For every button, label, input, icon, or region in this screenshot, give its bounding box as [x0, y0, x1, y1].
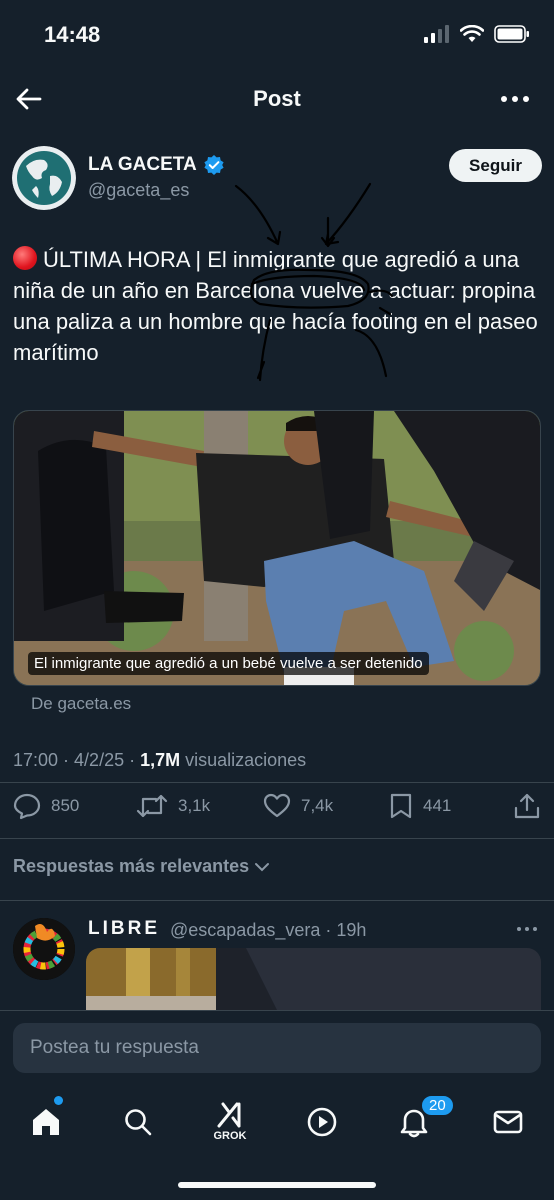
search-icon — [125, 1109, 152, 1136]
tab-messages[interactable] — [488, 1100, 528, 1144]
repost-icon — [136, 794, 168, 818]
replies-sort-label: Respuestas más relevantes — [13, 856, 250, 876]
post-actions: 850 3,1k 7,4k 441 — [13, 792, 543, 826]
like-count: 7,4k — [301, 796, 334, 815]
tab-grok[interactable]: GROK — [210, 1100, 250, 1144]
media-caption: El inmigrante que agredió a un bebé vuel… — [28, 652, 429, 675]
views-count: 1,7M — [140, 750, 181, 770]
compose-bar: Postea tu respuesta — [0, 1010, 554, 1088]
reply-input[interactable]: Postea tu respuesta — [13, 1023, 541, 1073]
wifi-icon — [460, 25, 484, 42]
home-indicator — [178, 1182, 376, 1188]
chevron-down-icon — [255, 862, 270, 871]
author-avatar[interactable] — [12, 146, 76, 210]
post-media[interactable]: El inmigrante que agredió a un bebé vuel… — [13, 410, 541, 686]
more-horizontal-icon[interactable] — [516, 924, 538, 934]
globe-logo-icon — [12, 146, 76, 210]
battery-icon — [494, 25, 529, 43]
post-timestamp: 17:00 · 4/2/25 · — [13, 750, 141, 770]
reply-item[interactable]: LIBRE @escapadas_vera · 19h — [0, 904, 554, 1028]
grok-label: GROK — [213, 1130, 247, 1142]
tab-bar: GROK 20 — [0, 1088, 554, 1200]
post-photo — [14, 411, 540, 685]
reply-button[interactable]: 850 — [13, 792, 79, 820]
post-text-content: ÚLTIMA HORA | El inmigrante que agredió … — [13, 247, 538, 365]
mail-icon — [493, 1110, 523, 1134]
tab-home[interactable] — [26, 1100, 66, 1144]
tab-search[interactable] — [118, 1100, 158, 1144]
reply-author-name[interactable]: LIBRE — [88, 918, 160, 940]
like-button[interactable]: 7,4k — [263, 792, 333, 820]
reply-count: 850 — [51, 796, 80, 815]
link-source[interactable]: De gaceta.es — [31, 694, 131, 714]
red-circle-emoji-icon — [13, 246, 37, 270]
tab-video[interactable] — [302, 1100, 342, 1144]
author-name[interactable]: LA GACETA — [88, 154, 225, 176]
reply-author-handle[interactable]: @escapadas_vera · 19h — [170, 920, 366, 941]
bookmark-icon — [390, 793, 412, 819]
home-icon — [33, 1109, 59, 1135]
play-circle-icon — [307, 1107, 337, 1137]
share-button[interactable] — [513, 792, 541, 820]
cellular-signal-icon — [424, 25, 449, 43]
reply-avatar-image — [13, 918, 75, 980]
heart-icon — [263, 793, 291, 818]
replies-sort-dropdown[interactable]: Respuestas más relevantes — [13, 856, 271, 877]
bookmark-count: 441 — [423, 796, 452, 815]
post-text: ÚLTIMA HORA | El inmigrante que agredió … — [13, 244, 543, 368]
home-unread-dot — [54, 1096, 63, 1105]
author-name-text: LA GACETA — [88, 154, 197, 175]
more-options-button[interactable] — [500, 88, 530, 110]
status-icons — [424, 25, 530, 43]
status-time: 14:48 — [44, 22, 101, 47]
verified-badge-icon — [204, 155, 224, 175]
author-row: LA GACETA @gaceta_es Seguir — [12, 146, 542, 212]
follow-button[interactable]: Seguir — [449, 149, 542, 182]
repost-button[interactable]: 3,1k — [136, 792, 210, 820]
notifications-badge: 20 — [420, 1094, 455, 1117]
repost-count: 3,1k — [178, 796, 211, 815]
page-title: Post — [253, 86, 301, 111]
post-metadata: 17:00 · 4/2/25 · 1,7M visualizaciones — [13, 750, 306, 771]
reply-avatar[interactable] — [13, 918, 75, 980]
author-handle[interactable]: @gaceta_es — [88, 180, 189, 201]
bookmark-button[interactable]: 441 — [389, 792, 451, 820]
grok-icon — [217, 1102, 241, 1128]
divider — [0, 838, 554, 839]
share-icon — [514, 793, 540, 819]
divider — [0, 900, 554, 901]
status-bar: 14:48 — [0, 0, 554, 70]
reply-bubble-icon — [13, 793, 41, 820]
divider — [0, 782, 554, 783]
more-horizontal-icon — [501, 96, 529, 102]
views-label: visualizaciones — [180, 750, 307, 770]
nav-header: Post — [0, 70, 554, 128]
